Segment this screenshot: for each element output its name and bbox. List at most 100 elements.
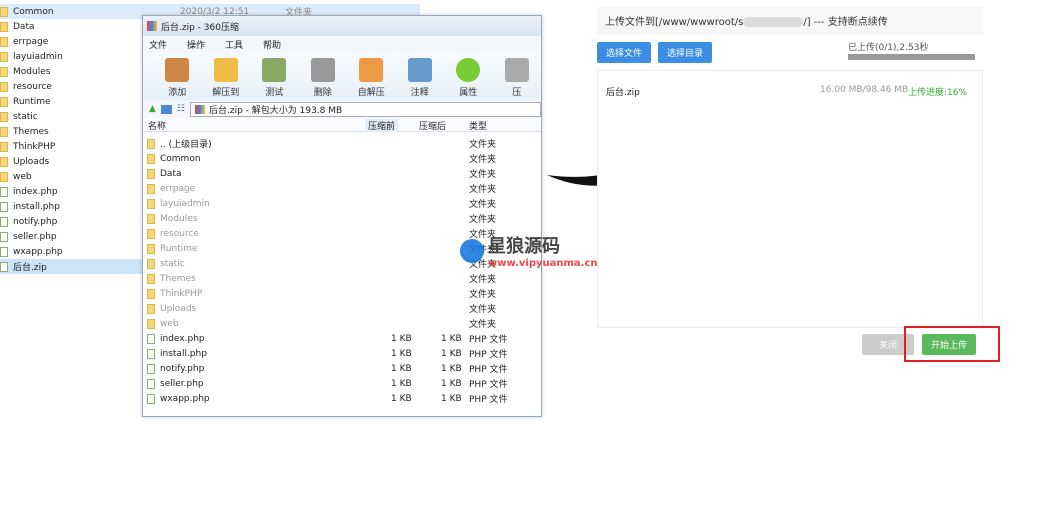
folder-icon: [0, 126, 8, 137]
watermark-url: www.vipyuanma.cn: [488, 258, 598, 269]
window-title: 后台.zip - 360压缩: [161, 22, 239, 33]
table-row[interactable]: Data 文件夹: [147, 166, 537, 181]
table-row[interactable]: install.php 1 KB 1 KB PHP 文件: [147, 346, 537, 361]
toolbar-label: 测试: [265, 88, 284, 98]
item-label: web: [13, 171, 32, 182]
row-before: 1 KB: [391, 348, 412, 359]
item-label: layuiadmin: [13, 51, 63, 62]
row-name: install.php: [160, 348, 207, 359]
list-view-icon[interactable]: ☷: [177, 104, 185, 114]
folder-icon: [0, 36, 8, 47]
file-icon: [0, 186, 8, 197]
row-after: 1 KB: [441, 363, 462, 374]
table-row[interactable]: seller.php 1 KB 1 KB PHP 文件: [147, 376, 537, 391]
row-type: 文件夹: [469, 185, 497, 195]
extract-icon: [213, 58, 238, 82]
item-label: Data: [13, 21, 35, 32]
file-icon: [147, 363, 155, 374]
table-row[interactable]: Uploads 文件夹: [147, 301, 537, 316]
row-name: seller.php: [160, 378, 204, 389]
table-row[interactable]: layuiadmin 文件夹: [147, 196, 537, 211]
col-after[interactable]: 压缩后: [419, 119, 446, 132]
item-label: errpage: [13, 36, 49, 47]
view-icon[interactable]: [160, 104, 172, 114]
delete-icon: [310, 58, 335, 82]
item-label: Uploads: [13, 156, 50, 167]
table-row[interactable]: Themes 文件夹: [147, 271, 537, 286]
menu-item[interactable]: 工具: [225, 38, 243, 51]
sfx-icon: [359, 58, 384, 82]
overall-progress-bar: [848, 54, 975, 60]
upload-row: 后台.zip 16.00 MB/98.46 MB 上传进度:16%: [606, 85, 976, 99]
toolbar-label: 添加: [168, 88, 187, 98]
row-type: 文件夹: [469, 155, 497, 165]
toolbar-extract-button[interactable]: 解压到: [202, 52, 251, 100]
up-arrow-icon[interactable]: ▲: [149, 104, 156, 114]
row-type: PHP 文件: [469, 380, 508, 390]
toolbar-compress-button[interactable]: 压: [493, 52, 542, 100]
item-label: index.php: [13, 186, 58, 197]
file-icon: [0, 231, 8, 242]
row-after: 1 KB: [441, 333, 462, 344]
menu-item[interactable]: 帮助: [263, 38, 281, 51]
file-size: 16.00 MB/98.46 MB: [820, 85, 909, 95]
table-row[interactable]: web 文件夹: [147, 316, 537, 331]
row-type: 文件夹: [469, 200, 497, 210]
row-type: 文件夹: [469, 140, 497, 150]
upload-list: 后台.zip 16.00 MB/98.46 MB 上传进度:16%: [597, 70, 983, 328]
table-row[interactable]: .. (上级目录) 文件夹: [147, 136, 537, 151]
redacted-path: [743, 17, 804, 27]
select-file-button[interactable]: 选择文件: [597, 42, 651, 63]
col-type[interactable]: 类型: [469, 119, 487, 132]
table-row[interactable]: Modules 文件夹: [147, 211, 537, 226]
item-label: ThinkPHP: [13, 141, 56, 152]
row-type: PHP 文件: [469, 395, 508, 405]
table-row[interactable]: Common 文件夹: [147, 151, 537, 166]
folder-icon: [147, 228, 155, 239]
toolbar-delete-button[interactable]: 删除: [299, 52, 348, 100]
folder-icon: [147, 273, 155, 284]
item-label: Modules: [13, 66, 51, 77]
toolbar-comment-button[interactable]: 注释: [396, 52, 445, 100]
file-icon: [0, 201, 8, 212]
upload-panel: 上传文件到[/www/wwwroot/s /] --- 支持断点续传 选择文件 选…: [597, 0, 983, 332]
folder-icon: [0, 96, 8, 107]
row-after: 1 KB: [441, 393, 462, 404]
table-row[interactable]: index.php 1 KB 1 KB PHP 文件: [147, 331, 537, 346]
table-row[interactable]: errpage 文件夹: [147, 181, 537, 196]
address-field[interactable]: 后台.zip - 解包大小为 193.8 MB: [190, 101, 541, 117]
select-directory-button[interactable]: 选择目录: [658, 42, 712, 63]
toolbar-label: 注释: [410, 88, 429, 98]
table-row[interactable]: wxapp.php 1 KB 1 KB PHP 文件: [147, 391, 537, 406]
row-name: notify.php: [160, 363, 205, 374]
item-label: wxapp.php: [13, 246, 63, 257]
file-progress: 上传进度:16%: [908, 88, 968, 98]
row-name: static: [160, 258, 185, 269]
watermark-title: 星狼源码: [488, 236, 560, 257]
row-type: PHP 文件: [469, 350, 508, 360]
toolbar-sfx-button[interactable]: 自解压: [347, 52, 396, 100]
upload-path-prefix: 上传文件到[/www/wwwroot/s: [605, 17, 744, 28]
col-name[interactable]: 名称: [148, 119, 166, 132]
toolbar-test-button[interactable]: 测试: [250, 52, 299, 100]
toolbar-add-button[interactable]: 添加: [153, 52, 202, 100]
item-label: Common: [13, 6, 54, 17]
upload-path-suffix: /] --- 支持断点续传: [803, 17, 888, 28]
table-row[interactable]: notify.php 1 KB 1 KB PHP 文件: [147, 361, 537, 376]
row-before: 1 KB: [391, 393, 412, 404]
menu-item[interactable]: 操作: [187, 38, 205, 51]
row-name: Data: [160, 168, 182, 179]
toolbar-label: 自解压: [357, 88, 385, 98]
folder-icon: [147, 138, 155, 149]
col-before[interactable]: 压缩前: [365, 119, 399, 132]
row-type: 文件夹: [469, 170, 497, 180]
folder-icon: [0, 51, 8, 62]
folder-icon: [0, 6, 8, 17]
item-label: notify.php: [13, 216, 58, 227]
row-before: 1 KB: [391, 363, 412, 374]
row-type: 文件夹: [469, 215, 497, 225]
row-name: layuiadmin: [160, 198, 210, 209]
menu-item[interactable]: 文件: [149, 38, 167, 51]
toolbar-properties-button[interactable]: 属性: [444, 52, 493, 100]
table-row[interactable]: ThinkPHP 文件夹: [147, 286, 537, 301]
